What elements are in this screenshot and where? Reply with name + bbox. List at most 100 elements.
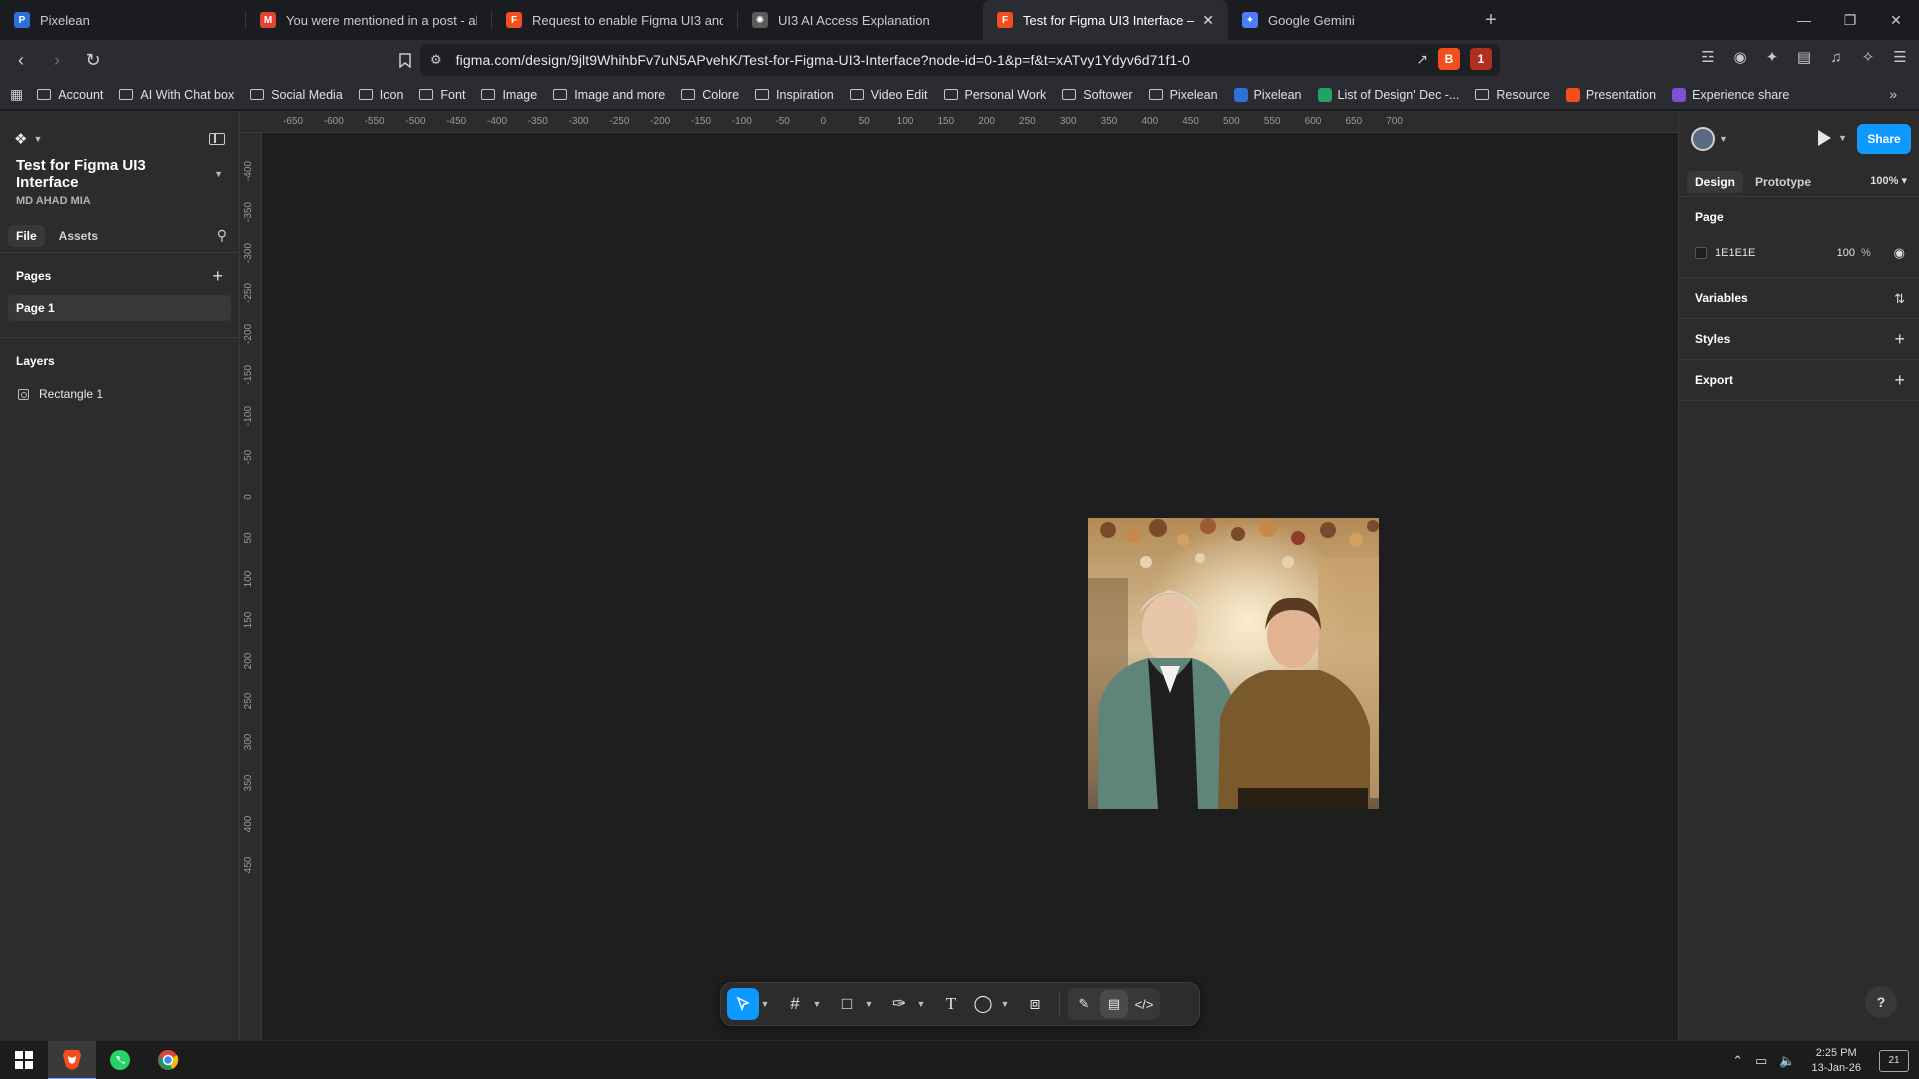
bookmark-page-icon[interactable] [390,45,420,75]
bookmark-item[interactable]: Icon [358,88,403,102]
bookmark-item[interactable]: Personal Work [943,88,1046,102]
fill-opacity-input[interactable]: 100 [1825,247,1855,259]
bookmark-item[interactable]: Softower [1062,88,1133,102]
chevron-down-icon[interactable]: ▼ [759,999,771,1009]
bookmark-item[interactable]: Colore [681,88,739,102]
close-window-icon[interactable]: ✕ [1873,0,1919,40]
apps-grid-icon[interactable]: ▦ [10,86,23,103]
media-icon[interactable]: ♫ [1827,48,1845,66]
brave-rewards-icon[interactable]: 1 [1470,48,1492,70]
variables-settings-icon[interactable]: ⇅ [1894,291,1905,307]
shape-tool-button[interactable]: □ [831,988,863,1020]
browser-tab[interactable]: ✦ Google Gemini [1228,0,1473,40]
chevron-down-icon[interactable]: ▼ [811,999,823,1009]
bookmark-item[interactable]: Presentation [1565,87,1656,102]
chevron-down-icon[interactable]: ▼ [1719,134,1728,144]
bookmark-item[interactable]: Resource [1475,88,1550,102]
comment-tool-button[interactable]: ◯ [967,988,999,1020]
color-swatch[interactable] [1695,247,1707,259]
bookmark-item[interactable]: Account [37,88,103,102]
chevron-down-icon[interactable]: ▼ [863,999,875,1009]
design-canvas[interactable]: ▼ # ▼ □ ▼ ✑ ▼ T ◯ ▼ ⧈ ✎ ▤ </> [262,133,1678,1040]
bookmark-item[interactable]: Pixelean [1148,88,1218,102]
notification-button[interactable]: 21 [1879,1049,1909,1072]
chevron-down-icon[interactable]: ▼ [915,999,927,1009]
main-menu-button[interactable]: ❖ ▼ [14,130,42,148]
start-button[interactable] [0,1041,48,1079]
reload-icon[interactable]: ↻ [78,45,108,75]
help-button[interactable]: ? [1865,986,1897,1018]
pen-tool-button[interactable]: ✑ [883,988,915,1020]
bookmark-item[interactable]: AI With Chat box [119,88,234,102]
back-icon[interactable]: ‹ [6,45,36,75]
chevron-down-icon[interactable]: ▼ [1838,133,1847,143]
sidebar-icon[interactable]: ▤ [1795,48,1813,66]
share-button[interactable]: Share [1857,124,1911,154]
bookmark-item[interactable]: Pixelean [1233,87,1302,102]
volume-icon[interactable]: 🔈 [1779,1053,1795,1069]
move-tool-button[interactable] [727,988,759,1020]
page-item[interactable]: Page 1 [8,295,231,321]
layer-item[interactable]: Rectangle 1 [0,380,239,408]
brave-shields-icon[interactable]: B [1438,48,1460,70]
browser-tab[interactable]: F Request to enable Figma UI3 and AI f [492,0,737,40]
bookmark-item[interactable]: List of Design' Dec -... [1317,87,1459,102]
tab-file[interactable]: File [8,224,45,247]
file-name-button[interactable]: Test for Figma UI3 Interface ▼ [0,157,239,191]
bookmark-item[interactable]: Inspiration [755,88,834,102]
design-mode-icon[interactable]: ▤ [1100,990,1128,1018]
chrome-taskbar-icon[interactable] [144,1041,192,1079]
bookmark-item[interactable]: Font [419,88,465,102]
share-page-icon[interactable]: ↗ [1416,51,1428,68]
bookmark-item[interactable]: Image and more [553,88,665,102]
present-icon[interactable] [1818,130,1831,146]
browser-tab[interactable]: F Test for Figma UI3 Interface – Fig ✕ [983,0,1228,40]
menu-icon[interactable]: ☰ [1891,48,1909,66]
bookmark-item[interactable]: Social Media [250,88,343,102]
camera-icon[interactable]: ◉ [1731,48,1749,66]
page-fill-row[interactable]: 1E1E1E 100 % [1695,237,1903,269]
network-icon[interactable]: ▭ [1755,1053,1767,1069]
avatar[interactable] [1691,127,1715,151]
toggle-panel-icon[interactable] [209,133,225,145]
translate-icon[interactable]: ☲ [1699,48,1717,66]
bookmark-item[interactable]: Image [481,88,537,102]
whatsapp-taskbar-icon[interactable] [96,1041,144,1079]
bookmark-item[interactable]: Experience share [1672,87,1789,102]
site-info-icon[interactable]: ⚙ [430,52,442,68]
minimize-icon[interactable]: — [1781,0,1827,40]
zoom-dropdown[interactable]: 100% ▾ [1870,174,1907,187]
draw-mode-icon[interactable]: ✎ [1070,990,1098,1018]
add-style-icon[interactable]: + [1894,329,1905,350]
restore-icon[interactable]: ❐ [1827,0,1873,40]
dev-mode-icon[interactable]: </> [1130,990,1158,1018]
brave-taskbar-icon[interactable] [48,1040,96,1079]
clock[interactable]: 2:25 PM 13-Jan-26 [1811,1046,1861,1076]
more-bookmarks-icon[interactable]: » [1889,86,1897,102]
forward-icon[interactable]: › [42,45,72,75]
ruler-tick-label: 650 [1345,116,1363,127]
add-export-icon[interactable]: + [1894,370,1905,391]
fill-hex-input[interactable]: 1E1E1E [1715,247,1825,259]
chevron-up-icon[interactable]: ⌃ [1732,1053,1743,1069]
eye-icon[interactable]: ◉ [1894,245,1905,261]
new-tab-button[interactable]: + [1473,0,1509,40]
actions-button[interactable]: ⧈ [1019,988,1051,1020]
tab-design[interactable]: Design [1687,170,1744,193]
tab-prototype[interactable]: Prototype [1747,171,1819,193]
add-page-icon[interactable]: + [212,266,223,287]
text-tool-button[interactable]: T [935,988,967,1020]
browser-tab[interactable]: P Pixelean [0,0,245,40]
tab-assets[interactable]: Assets [51,225,106,247]
chevron-down-icon[interactable]: ▼ [999,999,1011,1009]
rectangle-1-image[interactable] [1088,518,1379,809]
frame-tool-button[interactable]: # [779,988,811,1020]
extensions-icon[interactable]: ✦ [1763,48,1781,66]
address-bar[interactable]: ⚙ figma.com/design/9jlt9WhihbFv7uN5APveh… [420,44,1500,76]
browser-tab[interactable]: M You were mentioned in a post - ahad [246,0,491,40]
bookmark-item[interactable]: Video Edit [849,88,928,102]
leo-ai-icon[interactable]: ✧ [1859,48,1877,66]
browser-tab[interactable]: ✺ UI3 AI Access Explanation [738,0,983,40]
search-icon[interactable]: ⚲ [217,227,227,244]
close-tab-icon[interactable]: ✕ [1202,12,1214,29]
